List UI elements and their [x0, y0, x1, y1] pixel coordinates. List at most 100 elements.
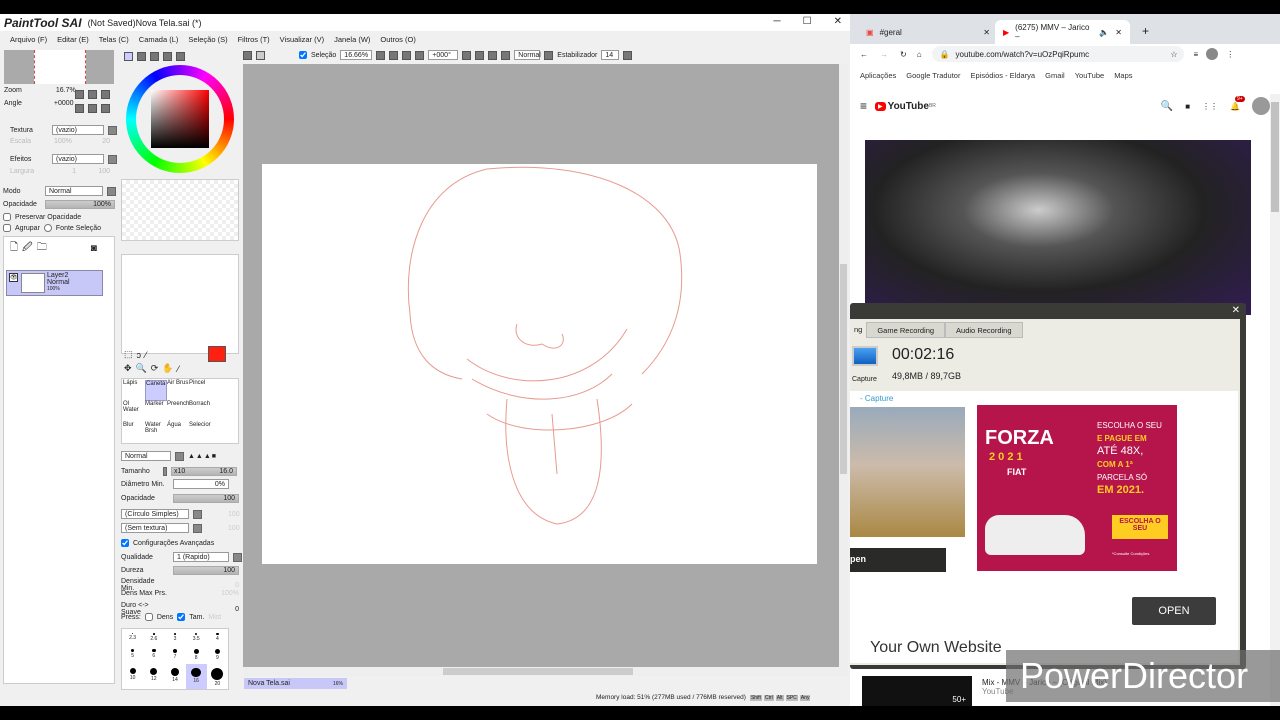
ad-cta-button[interactable]: ESCOLHA O SEU: [1112, 515, 1168, 539]
brush-size-option[interactable]: 14: [164, 664, 185, 689]
brush-agua[interactable]: Água: [167, 422, 189, 443]
redo-button[interactable]: [256, 50, 265, 60]
size-multiplier[interactable]: x10: [174, 468, 185, 475]
rgb-slider-tab[interactable]: [137, 52, 146, 61]
selection-checkbox[interactable]: [299, 51, 307, 59]
media-icon[interactable]: ≡: [1194, 50, 1199, 59]
brush-water[interactable]: Water Brsh: [145, 422, 167, 443]
press-density-checkbox[interactable]: [144, 613, 153, 621]
bookmark-gmail[interactable]: Gmail: [1045, 71, 1065, 80]
scratchpad-tab[interactable]: [176, 52, 185, 61]
zoom-field[interactable]: 16.66%: [340, 50, 373, 60]
brush-size-option[interactable]: 3: [164, 629, 185, 645]
bookmark-apps[interactable]: Aplicações: [860, 71, 896, 80]
bookmark-eldarya[interactable]: Episódios - Eldarya: [970, 71, 1035, 80]
menu-editar[interactable]: Editar (E): [57, 35, 89, 44]
brush-caneta[interactable]: Caneta: [145, 380, 167, 401]
close-button[interactable]: ✕: [834, 16, 842, 27]
blend-mode-select[interactable]: Normal: [45, 186, 103, 196]
brush-size-option[interactable]: 3.5: [186, 629, 207, 645]
tab-audio-recording[interactable]: Audio Recording: [945, 322, 1023, 338]
tab-game-recording[interactable]: Game Recording: [866, 322, 946, 338]
drawing-canvas[interactable]: [262, 164, 817, 564]
lasso-tool-icon[interactable]: ↄ: [137, 350, 142, 360]
apps-icon[interactable]: ⋮⋮: [1202, 102, 1218, 111]
density-slider[interactable]: 100: [173, 494, 239, 503]
max-density-value[interactable]: 100%: [173, 590, 239, 597]
min-diameter-slider[interactable]: 0%: [173, 479, 229, 489]
color-wheel-tab[interactable]: [124, 52, 133, 61]
saturation-value-square[interactable]: [151, 90, 209, 148]
brush-size-option[interactable]: 4: [207, 629, 228, 645]
swatches-tab[interactable]: [163, 52, 172, 61]
eyedropper-icon[interactable]: ⁄: [178, 364, 180, 374]
page-scrollbar[interactable]: [1270, 94, 1280, 706]
magic-wand-icon[interactable]: ⁄: [145, 350, 147, 360]
open-button[interactable]: OPEN: [1132, 597, 1216, 625]
hamburger-icon[interactable]: ≡: [860, 99, 867, 113]
menu-camada[interactable]: Camada (L): [139, 35, 179, 44]
chevron-down-icon[interactable]: [193, 509, 202, 519]
open-small-button[interactable]: pen: [850, 548, 946, 572]
rotate-left-button[interactable]: [75, 104, 84, 113]
menu-visualizar[interactable]: Visualizar (V): [280, 35, 324, 44]
video-player[interactable]: [865, 140, 1251, 315]
primary-color-swatch[interactable]: [208, 346, 226, 362]
selection-source-radio[interactable]: [43, 224, 52, 232]
new-layer-icon[interactable]: 🗋: [10, 240, 18, 257]
brush-size-option[interactable]: 5: [122, 645, 143, 664]
brush-size-option[interactable]: 12: [143, 664, 164, 689]
tab-screen-recording[interactable]: ng: [850, 322, 866, 338]
bookmark-google-translate[interactable]: Google Tradutor: [906, 71, 960, 80]
ad-image-hiker[interactable]: [850, 407, 965, 537]
close-tab-icon[interactable]: ✕: [983, 28, 990, 37]
bookmark-youtube[interactable]: YouTube: [1075, 71, 1104, 80]
tab-discord[interactable]: ▣ #geral ✕: [858, 20, 998, 44]
mask-icon[interactable]: ◙: [91, 243, 97, 254]
navigator-preview[interactable]: [4, 50, 114, 84]
brush-size-option[interactable]: 6: [143, 645, 164, 664]
menu-outros[interactable]: Outros (O): [380, 35, 415, 44]
chevron-down-icon[interactable]: [108, 154, 117, 164]
canvas-tab[interactable]: Nova Tela.sai 16%: [244, 678, 347, 689]
back-icon[interactable]: ←: [860, 50, 868, 59]
hand-tool-icon[interactable]: ✋: [162, 363, 173, 374]
brush-oil-water[interactable]: Ol Water: [123, 401, 145, 422]
bell-icon[interactable]: 🔔 9+: [1230, 95, 1245, 111]
brush-size-option[interactable]: 2.6: [143, 629, 164, 645]
chevron-down-icon[interactable]: [175, 451, 184, 461]
brush-preench[interactable]: Preench: [167, 401, 189, 422]
menu-icon[interactable]: ⋮: [1226, 50, 1234, 59]
undo-button[interactable]: [243, 50, 252, 60]
url-field[interactable]: 🔒 youtube.com/watch?v=uOzPqiRpumc ☆: [931, 46, 1184, 62]
brush-shape-select[interactable]: (Círculo Simples): [121, 509, 189, 519]
brush-shape-icons[interactable]: ▲▲▲■: [188, 453, 217, 460]
chevron-down-icon[interactable]: [233, 552, 242, 562]
zoom-reset-button[interactable]: [101, 90, 110, 99]
menu-janela[interactable]: Janela (W): [334, 35, 370, 44]
press-size-checkbox[interactable]: [177, 613, 186, 621]
brush-size-option[interactable]: 8: [186, 645, 207, 664]
user-avatar[interactable]: [1252, 97, 1270, 115]
horizontal-scrollbar[interactable]: [243, 667, 839, 676]
profile-avatar[interactable]: [1206, 48, 1219, 60]
star-icon[interactable]: ☆: [1170, 50, 1177, 59]
new-vector-layer-icon[interactable]: 🖉: [22, 240, 33, 257]
rotate-right-button[interactable]: [88, 104, 97, 113]
brush-texture-select[interactable]: (Sem textura): [121, 523, 189, 533]
hsv-slider-tab[interactable]: [150, 52, 159, 61]
chevron-down-icon[interactable]: [108, 125, 117, 135]
stabilizer-field[interactable]: 14: [601, 50, 620, 60]
brush-lapis[interactable]: Lápis: [123, 380, 145, 401]
monitor-icon[interactable]: [852, 346, 878, 366]
brush-size-option[interactable]: 2.3: [122, 629, 143, 645]
canvas-area[interactable]: [243, 64, 848, 676]
close-icon[interactable]: ✕: [1232, 305, 1240, 316]
move-tool-icon[interactable]: ✥: [124, 363, 132, 374]
new-folder-icon[interactable]: 🗀: [37, 240, 47, 257]
angle-field[interactable]: +000°: [428, 50, 459, 60]
effects-select[interactable]: (vazio): [52, 154, 104, 164]
hard-soft-slider[interactable]: 0: [173, 606, 239, 613]
menu-arquivo[interactable]: Arquivo (F): [10, 35, 47, 44]
create-video-icon[interactable]: ■: [1185, 102, 1190, 111]
